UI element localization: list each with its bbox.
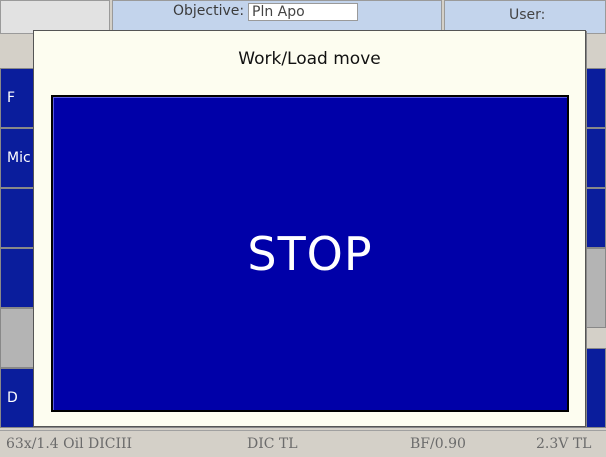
objective-panel: Objective: Pln Apo: [112, 0, 442, 34]
side-button-left-1-label: F: [7, 90, 16, 106]
work-load-move-dialog: Work/Load move STOP: [33, 30, 586, 427]
user-label: User:: [509, 7, 546, 23]
side-button-left-6-label: D: [7, 390, 18, 406]
top-left-cell[interactable]: [0, 0, 110, 34]
stop-button[interactable]: STOP: [51, 95, 569, 412]
objective-label: Objective:: [173, 3, 245, 19]
status-filter: BF/0.90: [410, 436, 466, 452]
status-bar: 63x/1.4 Oil DICIII DIC TL BF/0.90 2.3V T…: [0, 430, 606, 457]
user-panel: User:: [444, 0, 606, 34]
objective-field[interactable]: Pln Apo: [248, 3, 358, 21]
dialog-title: Work/Load move: [238, 49, 381, 69]
stop-button-label: STOP: [247, 226, 373, 281]
top-bar: Objective: Pln Apo User:: [0, 0, 606, 34]
status-voltage: 2.3V TL: [536, 436, 592, 452]
side-button-left-2-label: Mic: [7, 150, 31, 166]
status-objective: 63x/1.4 Oil DICIII: [6, 436, 133, 452]
status-method: DIC TL: [247, 436, 298, 452]
